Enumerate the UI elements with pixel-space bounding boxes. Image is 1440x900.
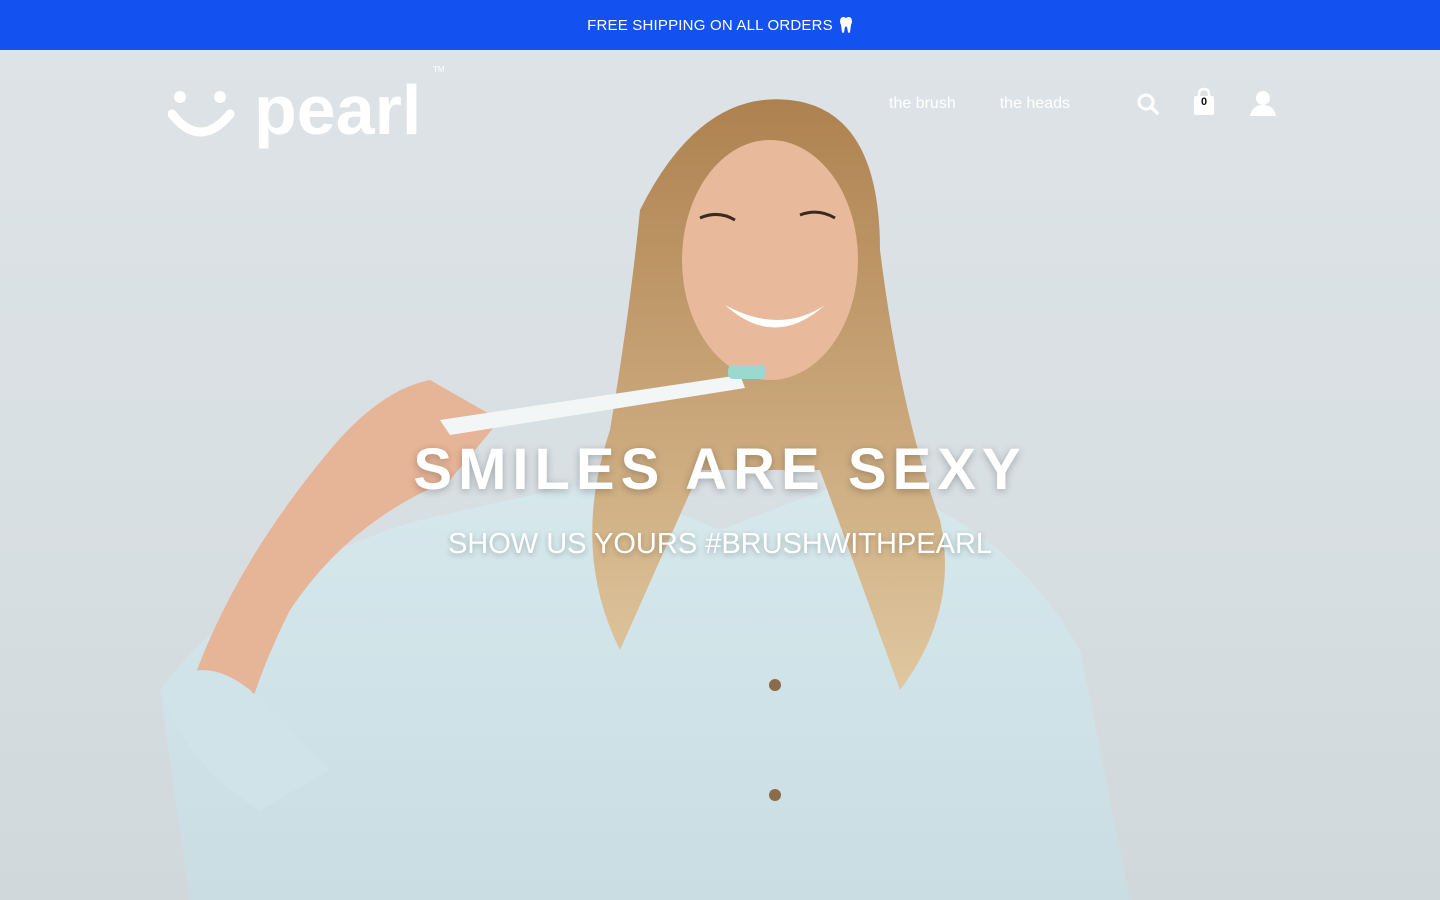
main-nav: the brush the heads: [889, 95, 1070, 113]
pearl-logo[interactable]: pearl TM: [168, 64, 458, 154]
cart-count: 0: [1200, 96, 1208, 108]
nav-item-the-brush[interactable]: the brush: [889, 95, 956, 113]
hero-banner: pearl TM the brush the heads 0 SMILES AR…: [0, 50, 1440, 900]
nav-item-the-heads[interactable]: the heads: [1000, 95, 1070, 113]
account-button[interactable]: [1247, 88, 1279, 118]
hero-headline: SMILES ARE SEXY: [413, 437, 1027, 502]
announcement-bar: FREE SHIPPING ON ALL ORDERS: [0, 0, 1440, 50]
smiley-icon: [168, 91, 235, 137]
search-icon: [1137, 93, 1159, 115]
brand-name: pearl: [254, 71, 421, 149]
tooth-icon: [839, 16, 853, 34]
user-icon: [1250, 91, 1276, 116]
hero-subheadline: SHOW US YOURS #BRUSHWITHPEARL: [447, 528, 993, 560]
search-button[interactable]: [1134, 90, 1162, 118]
cart-button[interactable]: 0: [1190, 86, 1218, 118]
trademark-mark: TM: [433, 65, 445, 74]
announcement-text: FREE SHIPPING ON ALL ORDERS: [587, 16, 833, 34]
